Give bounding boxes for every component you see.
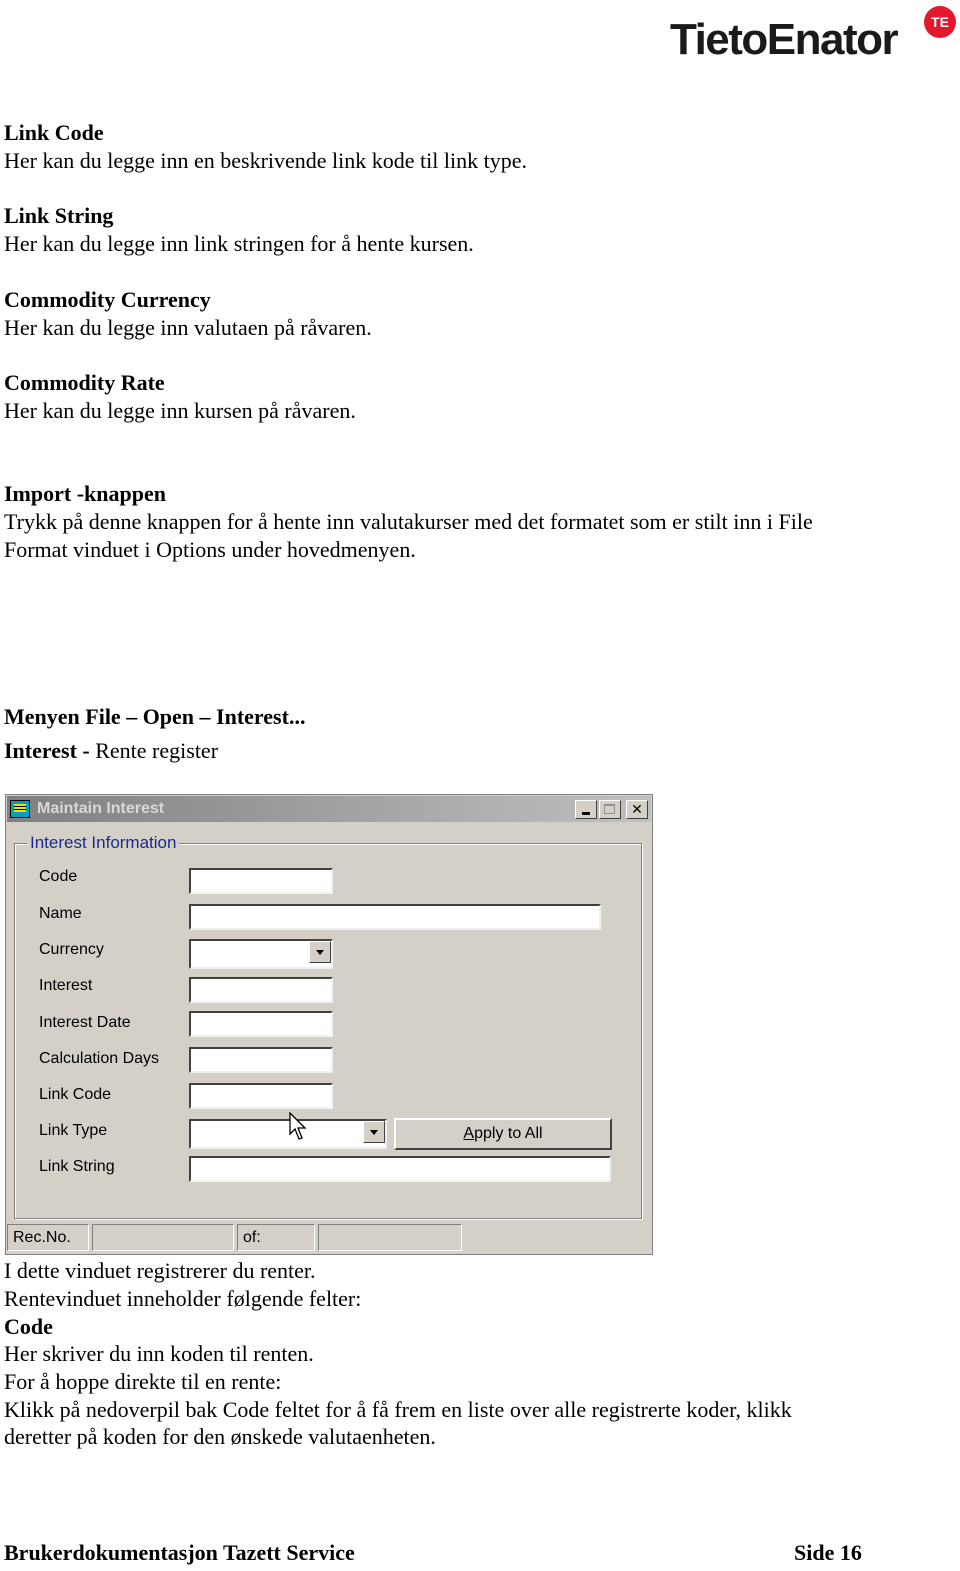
rec-no-value — [92, 1224, 234, 1251]
maximize-button[interactable] — [599, 800, 621, 819]
calculation-days-input[interactable] — [189, 1047, 333, 1073]
section-text-commodity-rate: Her kan du legge inn kursen på råvaren. — [4, 398, 356, 423]
link-type-label: Link Type — [39, 1122, 108, 1139]
of-value — [318, 1224, 462, 1251]
title-bar[interactable]: Maintain Interest ✕ — [7, 796, 651, 822]
apply-label: pply to All — [474, 1125, 543, 1142]
link-type-select[interactable] — [189, 1119, 387, 1149]
footer-doc-title: Brukerdokumentasjon Tazett Service — [4, 1540, 355, 1565]
body-heading-code: Code — [4, 1314, 53, 1339]
section-heading-link-code: Link Code — [4, 120, 104, 145]
section-heading-link-string: Link String — [4, 203, 114, 228]
body-line: Rentevinduet inneholder følgende felter: — [4, 1286, 362, 1311]
logo-badge-icon: TE — [924, 6, 956, 38]
section-text-link-string: Her kan du legge inn link stringen for å… — [4, 231, 474, 256]
tietoenator-logo: TietoEnator TE — [670, 6, 960, 66]
link-code-label: Link Code — [39, 1086, 112, 1103]
calculation-days-label: Calculation Days — [39, 1050, 160, 1067]
section-heading-import: Import -knappen — [4, 481, 166, 506]
section-text-import-line1: Trykk på denne knappen for å hente inn v… — [4, 509, 813, 534]
interest-information-group: Interest Information Code Name Currency … — [14, 833, 642, 1219]
currency-dropdown-icon[interactable] — [309, 941, 331, 963]
logo-text: TietoEnator — [670, 15, 899, 64]
window-title: Maintain Interest — [37, 800, 165, 817]
section-text-link-code: Her kan du legge inn en beskrivende link… — [4, 148, 527, 173]
code-label: Code — [39, 868, 78, 885]
link-string-label: Link String — [39, 1158, 115, 1175]
minimize-button[interactable] — [575, 800, 597, 819]
section-heading-commodity-rate: Commodity Rate — [4, 370, 165, 395]
apply-to-all-button[interactable]: Apply to All — [394, 1118, 612, 1150]
mouse-cursor-icon — [289, 1112, 307, 1140]
maximize-icon — [604, 804, 615, 814]
body-line: For å hoppe direkte til en rente: — [4, 1369, 282, 1394]
interest-input[interactable] — [189, 977, 333, 1003]
footer-page-number: Side 16 — [794, 1540, 862, 1565]
app-icon — [10, 800, 30, 818]
body-line: I dette vinduet registrerer du renter. — [4, 1258, 316, 1283]
of-label: of: — [237, 1224, 315, 1251]
link-string-input[interactable] — [189, 1156, 611, 1182]
interest-heading: Interest - Rente register — [4, 737, 218, 765]
body-line: deretter på koden for den ønskede valuta… — [4, 1424, 436, 1449]
maintain-interest-window: Maintain Interest ✕ Interest Information… — [5, 794, 653, 1255]
currency-label: Currency — [39, 941, 104, 958]
section-text-import-line2: Format vinduet i Options under hovedmeny… — [4, 537, 416, 562]
interest-label: Interest — [39, 977, 93, 994]
menu-path-heading: Menyen File – Open – Interest... — [4, 704, 306, 729]
currency-select[interactable] — [189, 939, 333, 969]
minimize-icon — [582, 812, 590, 815]
link-code-input[interactable] — [189, 1083, 333, 1109]
section-text-commodity-currency: Her kan du legge inn valutaen på råvaren… — [4, 315, 372, 340]
apply-accelerator: A — [463, 1125, 475, 1142]
close-button[interactable]: ✕ — [626, 800, 648, 819]
name-label: Name — [39, 905, 82, 922]
code-input[interactable] — [189, 868, 333, 894]
interest-heading-bold: Interest - — [4, 738, 90, 763]
group-title: Interest Information — [27, 833, 180, 853]
body-line: Her skriver du inn koden til renten. — [4, 1341, 314, 1366]
interest-heading-normal: Rente register — [95, 738, 219, 763]
name-input[interactable] — [189, 904, 601, 930]
section-heading-commodity-currency: Commodity Currency — [4, 287, 211, 312]
link-type-dropdown-icon[interactable] — [363, 1121, 385, 1143]
interest-date-label: Interest Date — [39, 1014, 131, 1031]
rec-no-label: Rec.No. — [7, 1224, 89, 1251]
close-icon: ✕ — [631, 801, 643, 817]
body-line: Klikk på nedoverpil bak Code feltet for … — [4, 1397, 792, 1422]
interest-date-input[interactable] — [189, 1011, 333, 1037]
